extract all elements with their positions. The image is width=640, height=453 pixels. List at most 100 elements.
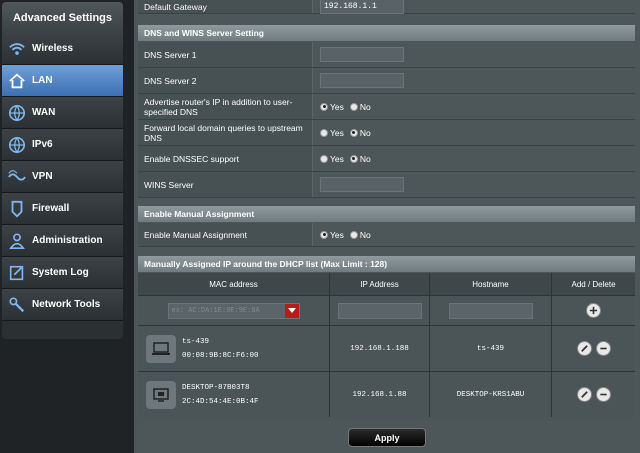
radio-icon bbox=[320, 102, 328, 111]
sidebar-item-firewall[interactable]: Firewall bbox=[2, 193, 123, 225]
delete-entry-button[interactable] bbox=[595, 341, 611, 356]
dnssec-label: Enable DNSSEC support bbox=[138, 146, 312, 171]
sidebar-item-label: Wireless bbox=[32, 43, 74, 54]
manual-assignment-row: Enable Manual Assignment Yes No bbox=[138, 223, 635, 247]
globe-icon bbox=[2, 104, 32, 122]
edit-entry-button[interactable] bbox=[576, 341, 592, 356]
col-add-delete: Add / Delete bbox=[571, 279, 616, 289]
sidebar-item-ipv6[interactable]: IPv6 bbox=[2, 129, 123, 161]
wifi-icon bbox=[2, 40, 32, 58]
client-ip: 192.168.1.88 bbox=[330, 372, 430, 417]
radio-icon bbox=[349, 102, 358, 111]
sidebar-item-label: IPv6 bbox=[32, 139, 53, 150]
sidebar-item-network-tools[interactable]: Network Tools bbox=[2, 289, 123, 321]
pencil-icon bbox=[580, 391, 588, 398]
delete-entry-button[interactable] bbox=[595, 387, 611, 402]
forward-domain-yes[interactable]: Yes bbox=[320, 128, 344, 138]
sidebar-item-administration[interactable]: Administration bbox=[2, 225, 123, 257]
manual-assignment-no[interactable]: No bbox=[349, 230, 371, 240]
add-entry-button[interactable] bbox=[586, 303, 601, 318]
ip-address-input[interactable] bbox=[337, 302, 422, 319]
mac-address-input[interactable]: ex: AC:DA:1E:9E:9E:8A bbox=[167, 302, 300, 319]
forward-domain-no[interactable]: No bbox=[349, 128, 371, 138]
col-ip-address: IP Address bbox=[330, 273, 430, 295]
dnssec-row: Enable DNSSEC support Yes No bbox=[138, 146, 635, 172]
sidebar-item-wan[interactable]: WAN bbox=[2, 97, 123, 129]
advertise-dns-no[interactable]: No bbox=[349, 102, 371, 112]
radio-icon bbox=[349, 230, 358, 239]
dhcp-table: MAC address IP Address Hostname Add / De… bbox=[138, 273, 635, 417]
sidebar: Advanced Settings Wireless LAN WAN IPv6 bbox=[0, 0, 125, 453]
advertise-dns-yes[interactable]: Yes bbox=[320, 102, 344, 112]
table-row: ts-439 00:08:9B:8C:F6:00 192.168.1.188 t… bbox=[138, 325, 635, 371]
lan-dhcp-panel: Default Gateway 192.168.1.1 DNS and WINS… bbox=[134, 0, 640, 453]
table-row-new-entry: ex: AC:DA:1E:9E:9E:8A bbox=[138, 295, 635, 325]
sidebar-item-wireless[interactable]: Wireless bbox=[2, 33, 123, 65]
hostname-input[interactable] bbox=[448, 302, 533, 319]
sidebar-item-label: VPN bbox=[32, 171, 53, 182]
dnssec-no[interactable]: No bbox=[349, 154, 371, 164]
client-name: ts-439 bbox=[182, 337, 210, 346]
laptop-icon[interactable] bbox=[146, 334, 176, 363]
dnssec-yes[interactable]: Yes bbox=[320, 154, 344, 164]
dns2-row: DNS Server 2 bbox=[138, 68, 635, 94]
windows-device-icon[interactable] bbox=[146, 380, 176, 409]
col-hostname: Hostname bbox=[430, 273, 552, 295]
manual-assignment-yes[interactable]: Yes bbox=[320, 230, 344, 240]
manual-assignment-radio-group: Yes No bbox=[320, 230, 377, 240]
sidebar-item-label: Firewall bbox=[32, 203, 70, 214]
col-mac-address: MAC address bbox=[138, 273, 330, 295]
plus-icon bbox=[589, 306, 598, 315]
globe-icon bbox=[2, 136, 32, 154]
sidebar-item-label: Administration bbox=[32, 235, 103, 246]
client-name: DESKTOP-87B03T8 bbox=[182, 383, 250, 392]
table-row: DESKTOP-87B03T8 2C:4D:54:4E:0B:4F 192.16… bbox=[138, 371, 635, 417]
wins-input[interactable] bbox=[320, 177, 404, 192]
dns1-label: DNS Server 1 bbox=[138, 42, 312, 67]
advertise-dns-row: Advertise router's IP in addition to use… bbox=[138, 94, 635, 120]
radio-icon bbox=[349, 154, 358, 163]
tools-icon bbox=[2, 296, 32, 314]
dns-section-header: DNS and WINS Server Setting bbox=[138, 25, 635, 41]
log-icon bbox=[2, 264, 32, 282]
shield-icon bbox=[2, 200, 32, 218]
sidebar-item-label: LAN bbox=[32, 75, 53, 86]
sidebar-footer bbox=[2, 321, 123, 339]
dns1-input[interactable] bbox=[320, 47, 404, 62]
dhcp-list-header: Manually Assigned IP around the DHCP lis… bbox=[138, 256, 635, 272]
forward-domain-radio-group: Yes No bbox=[320, 128, 377, 138]
sidebar-menu: Wireless LAN WAN IPv6 VPN Firewall Admin… bbox=[2, 33, 123, 321]
minus-icon bbox=[599, 393, 607, 396]
advertise-dns-label: Advertise router's IP in addition to use… bbox=[138, 94, 312, 119]
manual-assignment-label: Enable Manual Assignment bbox=[138, 223, 312, 246]
wins-row: WINS Server bbox=[138, 172, 635, 198]
default-gateway-label: Default Gateway bbox=[138, 0, 312, 13]
radio-icon bbox=[320, 154, 328, 163]
sidebar-title: Advanced Settings bbox=[2, 2, 123, 33]
sidebar-item-system-log[interactable]: System Log bbox=[2, 257, 123, 289]
user-icon bbox=[2, 232, 32, 250]
default-gateway-row: Default Gateway 192.168.1.1 bbox=[138, 0, 635, 14]
default-gateway-input[interactable]: 192.168.1.1 bbox=[320, 0, 404, 14]
dnssec-radio-group: Yes No bbox=[320, 154, 377, 164]
dns2-label: DNS Server 2 bbox=[138, 68, 312, 93]
mac-dropdown-button[interactable] bbox=[284, 303, 299, 318]
apply-button[interactable]: Apply bbox=[348, 428, 426, 447]
sidebar-item-label: WAN bbox=[32, 107, 56, 118]
pencil-icon bbox=[580, 345, 588, 352]
client-ip: 192.168.1.188 bbox=[330, 326, 430, 371]
dhcp-table-header: MAC address IP Address Hostname Add / De… bbox=[138, 273, 635, 295]
edit-entry-button[interactable] bbox=[576, 387, 592, 402]
dns1-row: DNS Server 1 bbox=[138, 42, 635, 68]
client-mac: 00:08:9B:8C:F6:00 bbox=[182, 351, 259, 360]
forward-domain-row: Forward local domain queries to upstream… bbox=[138, 120, 635, 146]
dns2-input[interactable] bbox=[320, 73, 404, 88]
client-mac: 2C:4D:54:4E:0B:4F bbox=[182, 397, 259, 406]
sidebar-item-vpn[interactable]: VPN bbox=[2, 161, 123, 193]
advertise-dns-radio-group: Yes No bbox=[320, 102, 377, 112]
sidebar-item-label: Network Tools bbox=[32, 299, 101, 310]
client-hostname: ts-439 bbox=[430, 326, 552, 371]
sidebar-item-lan[interactable]: LAN bbox=[2, 65, 123, 97]
minus-icon bbox=[599, 347, 607, 350]
home-icon bbox=[2, 72, 32, 90]
